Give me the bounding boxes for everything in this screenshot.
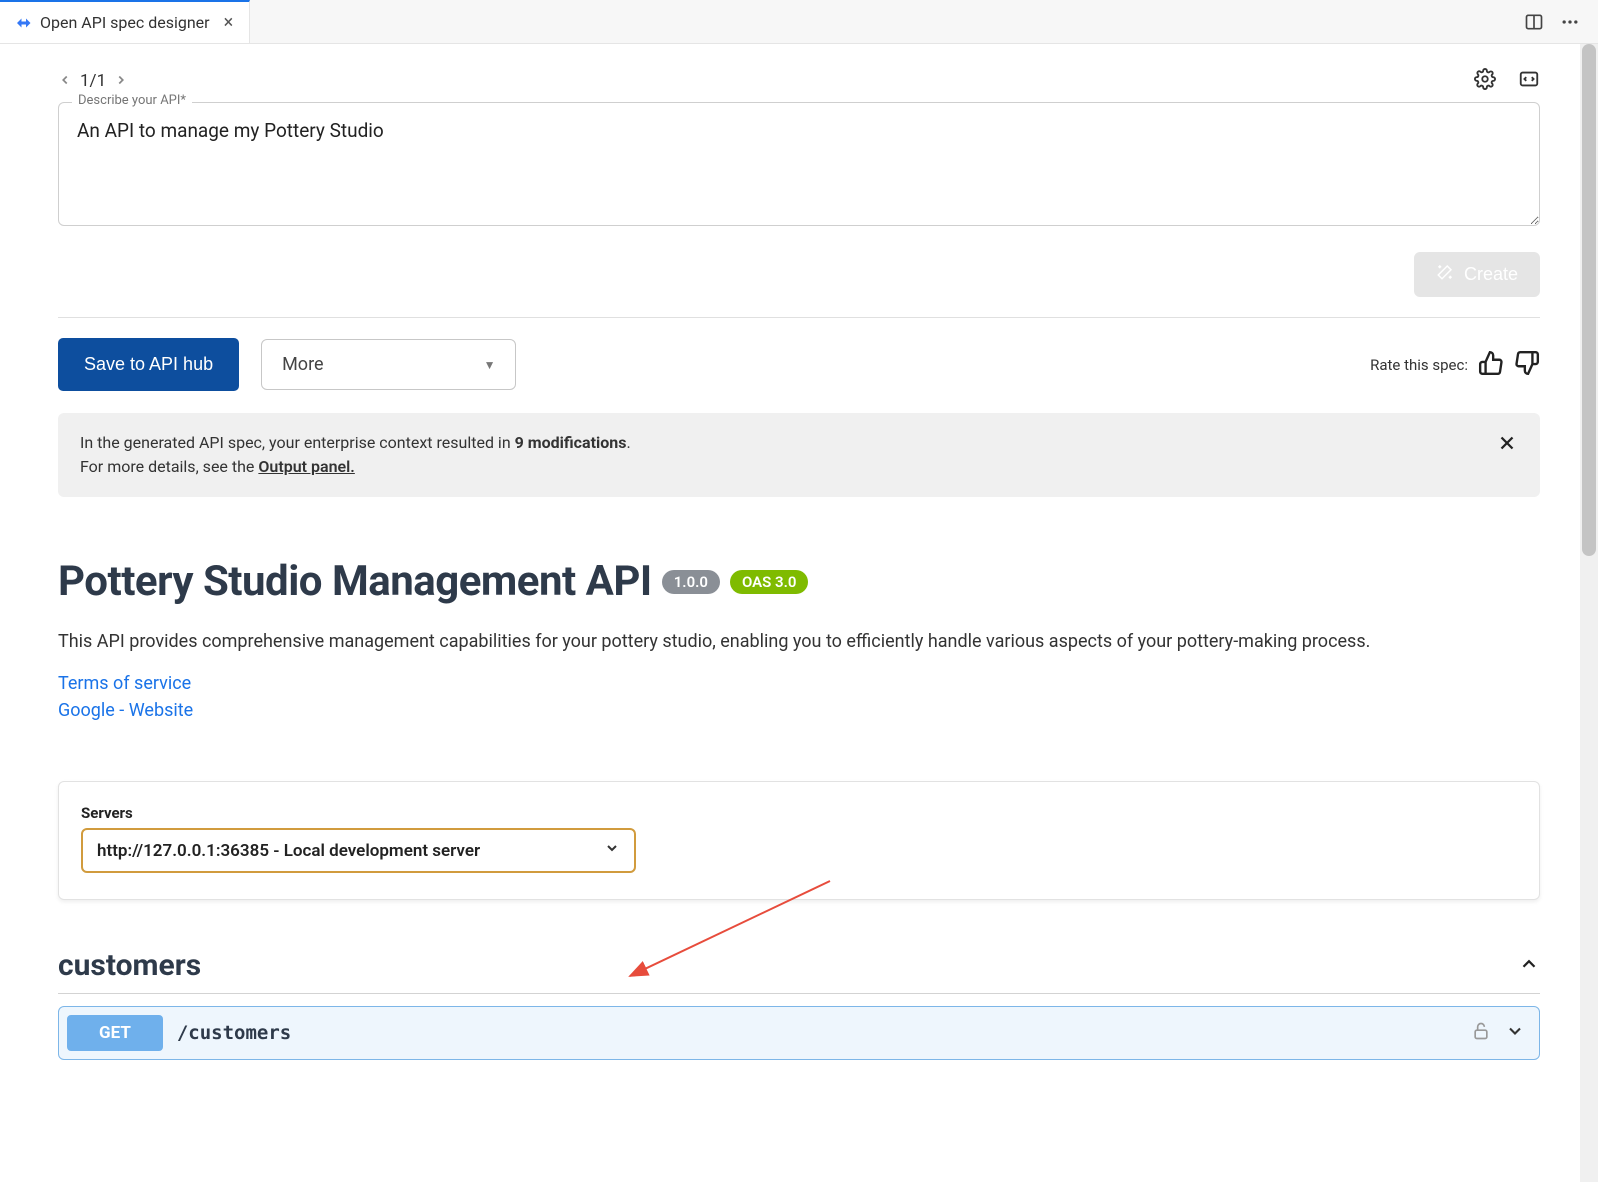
endpoint-row-actions (1471, 1021, 1525, 1045)
page-position: 1/1 (80, 71, 106, 91)
endpoint-row[interactable]: GET /customers (58, 1006, 1540, 1060)
tab-bar-actions (1524, 0, 1598, 43)
page-prev-button[interactable] (58, 71, 72, 92)
create-row: Create (58, 252, 1540, 318)
tab-bar: Open API spec designer × (0, 0, 1598, 44)
rate-label: Rate this spec: (1370, 356, 1468, 374)
more-dropdown[interactable]: More ▼ (261, 339, 516, 390)
api-title: Pottery Studio Management API (58, 557, 652, 606)
endpoint-path: /customers (177, 1022, 291, 1044)
unlock-icon[interactable] (1471, 1021, 1491, 1045)
chevron-down-icon (604, 840, 620, 861)
magic-wand-icon (1436, 263, 1454, 286)
servers-dropdown[interactable]: http://127.0.0.1:36385 - Local developme… (81, 828, 636, 873)
page-nav-left: 1/1 (58, 71, 128, 92)
api-description: This API provides comprehensive manageme… (58, 628, 1540, 655)
create-label: Create (1464, 264, 1518, 285)
terms-of-service-link[interactable]: Terms of service (58, 673, 1540, 694)
servers-label: Servers (81, 804, 1517, 822)
thumbs-up-icon[interactable] (1478, 350, 1504, 380)
endpoint-tag-header[interactable]: customers (58, 948, 1540, 994)
thumbs-down-icon[interactable] (1514, 350, 1540, 380)
tab-title: Open API spec designer (40, 13, 210, 32)
scrollbar-thumb[interactable] (1582, 44, 1596, 556)
endpoint-tag-name: customers (58, 948, 201, 983)
main-content: 1/1 Describe your API* Create Save (0, 44, 1598, 1182)
servers-selected-value: http://127.0.0.1:36385 - Local developme… (97, 841, 480, 861)
endpoint-section: customers GET /customers (58, 948, 1540, 1060)
describe-api-fieldset: Describe your API* (58, 102, 1540, 230)
api-title-row: Pottery Studio Management API 1.0.0 OAS … (58, 557, 1540, 606)
chevron-down-icon[interactable] (1505, 1021, 1525, 1045)
save-button[interactable]: Save to API hub (58, 338, 239, 391)
tab-active[interactable]: Open API spec designer × (0, 0, 250, 43)
describe-api-input[interactable] (58, 102, 1540, 226)
output-panel-link[interactable]: Output panel. (258, 457, 354, 476)
close-icon[interactable] (1496, 431, 1518, 464)
version-badge: 1.0.0 (662, 570, 720, 594)
settings-icon[interactable] (1474, 68, 1496, 94)
page-nav-row: 1/1 (58, 68, 1540, 94)
create-button[interactable]: Create (1414, 252, 1540, 297)
describe-label: Describe your API* (72, 93, 192, 108)
scrollbar[interactable] (1580, 44, 1598, 1182)
chevron-up-icon[interactable] (1518, 953, 1540, 979)
page-nav-right (1474, 68, 1540, 94)
banner-text: In the generated API spec, your enterpri… (80, 431, 631, 479)
servers-box: Servers http://127.0.0.1:36385 - Local d… (58, 781, 1540, 900)
page-next-button[interactable] (114, 71, 128, 92)
http-method-badge: GET (67, 1015, 163, 1051)
info-banner: In the generated API spec, your enterpri… (58, 413, 1540, 497)
action-row: Save to API hub More ▼ Rate this spec: (58, 338, 1540, 391)
split-panel-icon[interactable] (1524, 12, 1544, 32)
api-links: Terms of service Google - Website (58, 673, 1540, 721)
more-label: More (282, 354, 323, 375)
code-view-icon[interactable] (1518, 68, 1540, 94)
caret-down-icon: ▼ (484, 358, 496, 372)
website-link[interactable]: Google - Website (58, 700, 1540, 721)
api-designer-tab-icon (14, 14, 32, 32)
modifications-count: 9 modifications (515, 433, 627, 452)
close-icon[interactable]: × (224, 12, 234, 33)
rate-spec-group: Rate this spec: (1370, 350, 1540, 380)
kebab-menu-icon[interactable] (1560, 12, 1580, 32)
oas-badge: OAS 3.0 (730, 570, 809, 594)
